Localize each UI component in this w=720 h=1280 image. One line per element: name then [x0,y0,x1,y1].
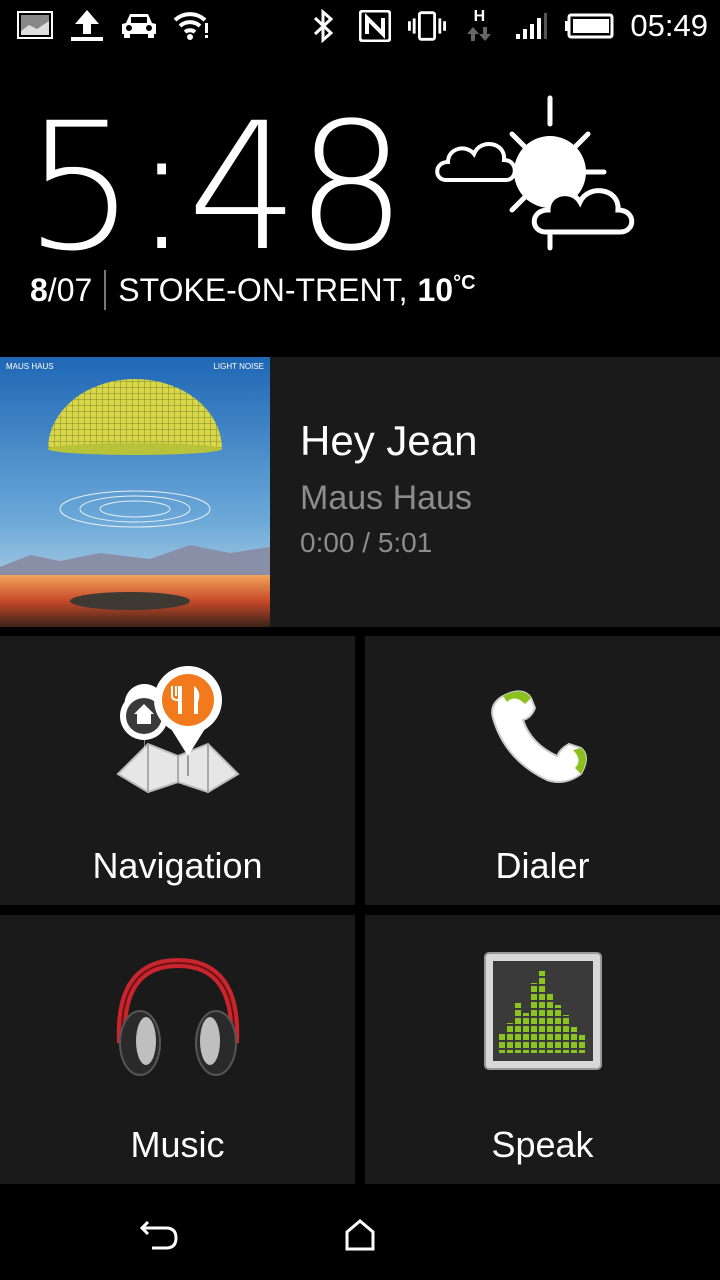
track-title: Hey Jean [300,417,478,464]
music-tile[interactable]: Music [0,915,355,1184]
back-icon [140,1220,178,1250]
navigation-map-icon [108,664,248,804]
temperature-value: 10 [417,271,454,308]
location-label: STOKE-ON-TRENT, [118,271,408,308]
navigation-label: Navigation [92,845,263,886]
home-button[interactable] [330,1210,390,1260]
navigation-tile[interactable]: Navigation [0,636,355,905]
date-day: 8 [30,271,48,308]
track-progress: 0:00 / 5:01 [300,527,433,558]
clock-divider [104,270,107,310]
phone-handset-icon [473,664,613,804]
album-art-title-text: LIGHT NOISE [213,362,264,371]
network-type-label: H [473,8,486,25]
car-icon [120,8,158,42]
album-art-artist-text: MAUS HAUS [6,362,54,371]
back-button[interactable] [130,1210,190,1260]
status-bar-time: 05:49 [630,8,708,43]
clock-weather-widget[interactable]: 5:48 8 /07 STOKE-ON-TRENT, 10 °C [0,52,720,357]
dialer-tile[interactable]: Dialer [365,636,720,905]
signal-icon [512,9,550,43]
home-icon [345,1219,375,1251]
clock-info-row: 8 /07 STOKE-ON-TRENT, 10 °C [30,270,476,310]
clock-time: 5:48 [24,85,407,290]
network-h-icon: H [460,9,498,43]
nfc-icon [356,9,394,43]
date-month: /07 [47,271,93,308]
music-label: Music [130,1124,225,1165]
system-navigation-bar [0,1185,720,1280]
speak-label: Speak [491,1124,594,1165]
battery-icon [564,9,614,43]
wifi-icon [172,8,210,42]
upload-icon [68,8,106,42]
voice-equalizer-icon [473,943,613,1083]
dialer-label: Dialer [495,845,590,886]
now-playing-widget[interactable]: MAUS HAUS LIGHT NOISE Hey Jean Maus Haus… [0,357,720,627]
temperature-unit: °C [453,272,476,294]
vibrate-icon [408,9,447,43]
headphones-icon [108,943,248,1083]
album-art[interactable]: MAUS HAUS LIGHT NOISE [0,357,270,627]
partly-cloudy-icon [430,92,660,262]
speak-tile[interactable]: Speak [365,915,720,1184]
status-bar: H 05:49 [0,0,720,52]
gallery-icon [16,8,54,42]
bluetooth-icon [304,9,342,43]
track-artist: Maus Haus [300,479,472,517]
